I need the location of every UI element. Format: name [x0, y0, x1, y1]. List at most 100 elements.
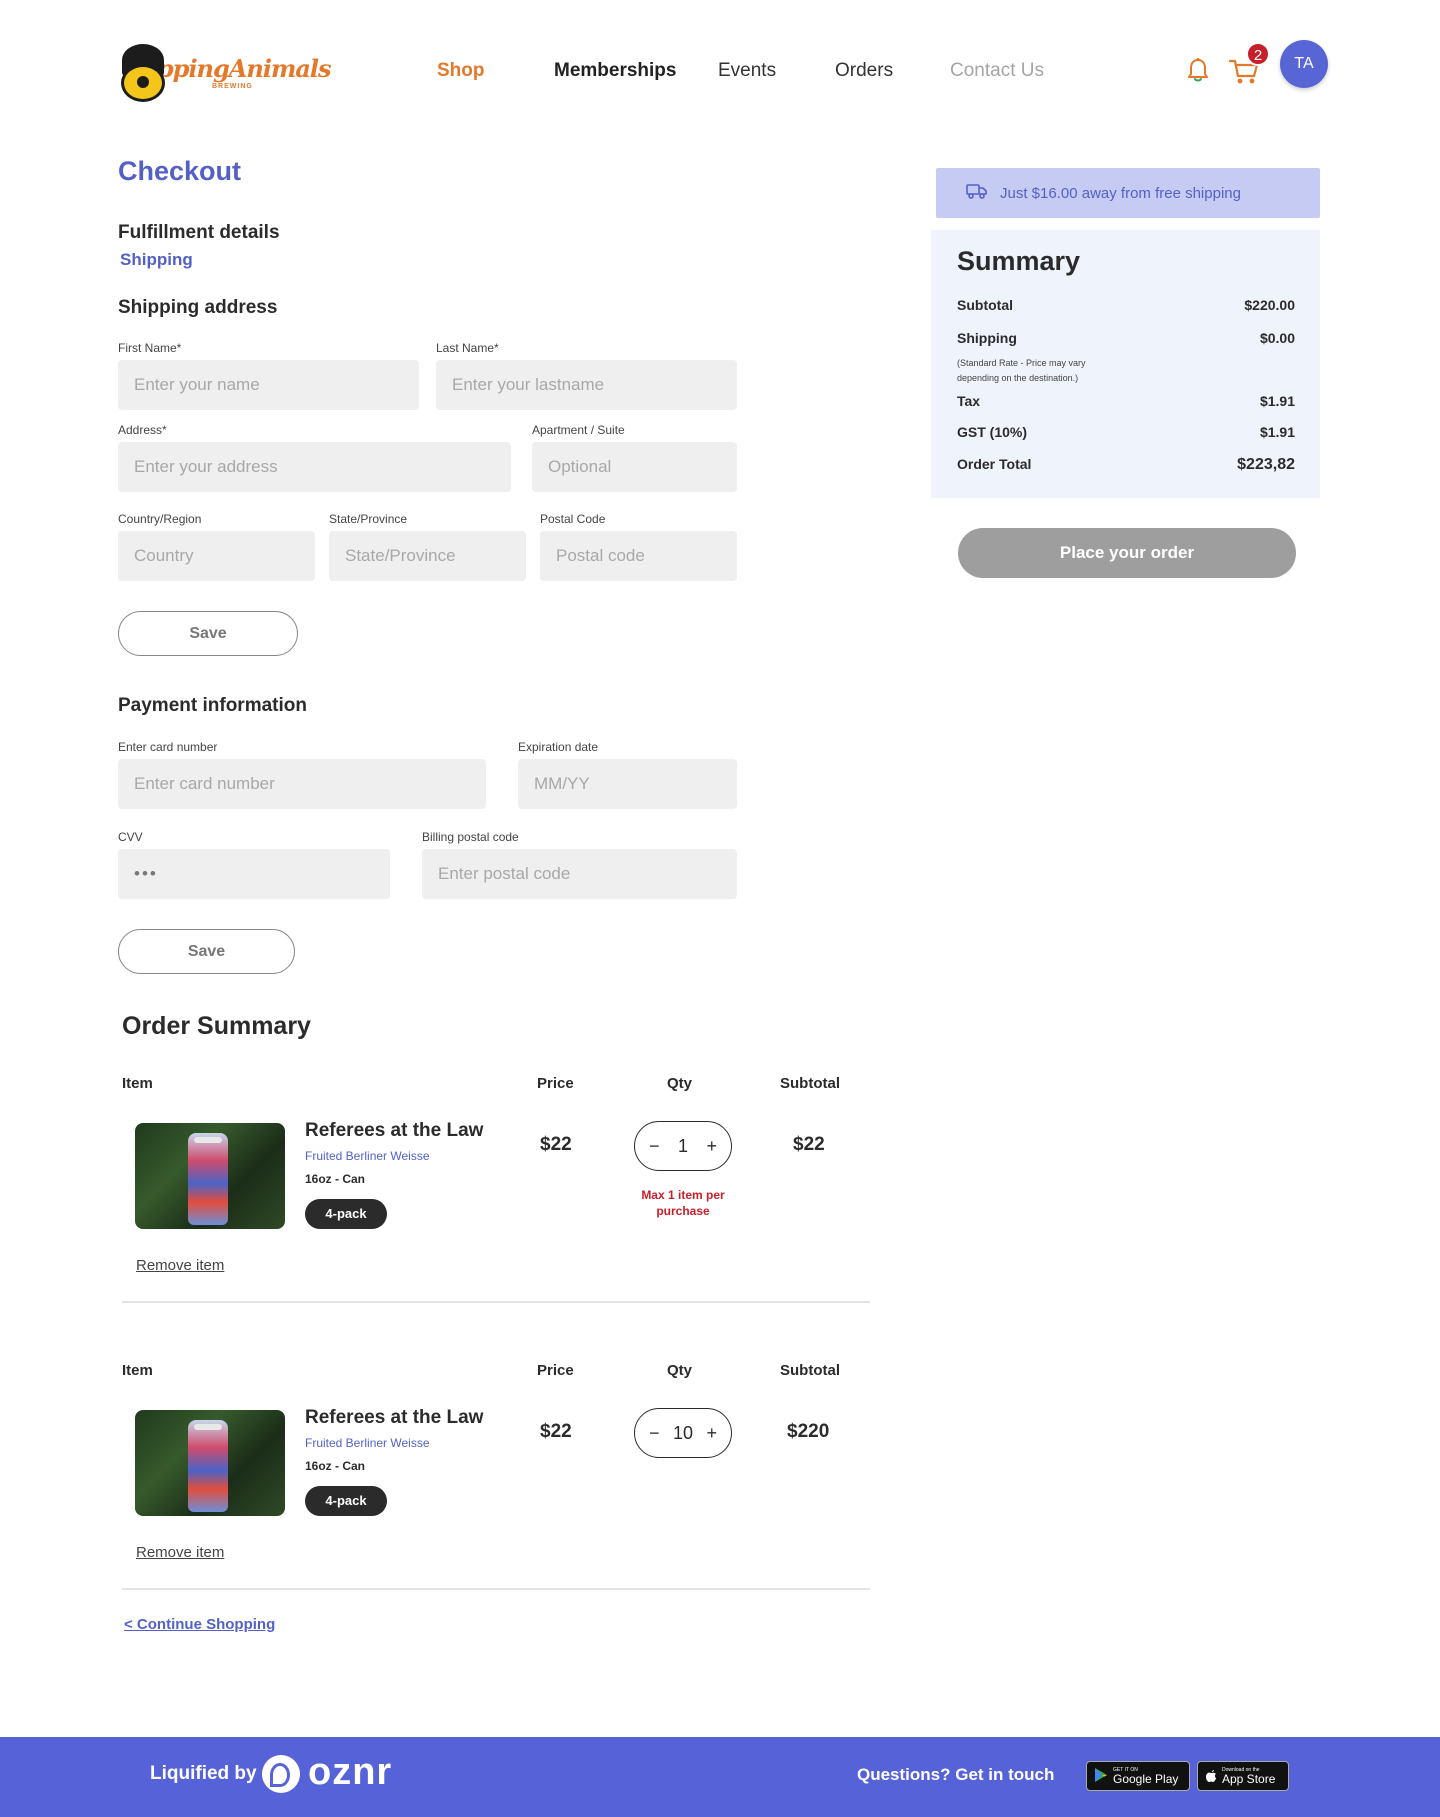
remove-item-link[interactable]: Remove item: [136, 1544, 224, 1561]
nav-contact-us[interactable]: Contact Us: [950, 60, 1044, 82]
column-price: Price: [537, 1075, 574, 1092]
first-name-label: First Name*: [118, 341, 182, 355]
save-address-button[interactable]: Save: [118, 611, 298, 656]
shipping-label: Shipping: [957, 330, 1017, 346]
max-quantity-note: Max 1 item per purchase: [641, 1188, 725, 1218]
state-field[interactable]: [329, 531, 526, 581]
save-payment-button[interactable]: Save: [118, 929, 295, 974]
app-store-label: App Store: [1222, 1771, 1276, 1786]
card-number-field[interactable]: [118, 759, 486, 809]
item-price: $22: [540, 1421, 572, 1442]
item-price: $22: [540, 1134, 572, 1155]
oznr-brand[interactable]: oznr: [308, 1751, 392, 1794]
place-order-button[interactable]: Place your order: [958, 528, 1296, 578]
product-style: Fruited Berliner Weisse: [305, 1149, 430, 1163]
bell-icon[interactable]: [1186, 57, 1210, 83]
google-play-label: Google Play: [1113, 1771, 1179, 1786]
liquified-by-text: Liquified by: [150, 1763, 257, 1784]
free-shipping-text: Just $16.00 away from free shipping: [1000, 184, 1241, 202]
contact-link[interactable]: Questions? Get in touch: [857, 1765, 1054, 1785]
app-store-badge[interactable]: Download on the App Store: [1197, 1761, 1289, 1791]
postal-code-label: Postal Code: [540, 512, 606, 526]
qty-decrement-button[interactable]: −: [649, 1423, 660, 1444]
apartment-field[interactable]: [532, 442, 737, 492]
subtotal-value: $220.00: [1244, 297, 1295, 313]
product-name[interactable]: Referees at the Law: [305, 1120, 483, 1142]
column-qty: Qty: [667, 1075, 693, 1092]
country-field[interactable]: [118, 531, 315, 581]
product-image[interactable]: [135, 1123, 285, 1229]
first-name-field[interactable]: [118, 360, 419, 410]
footer: Liquified by oznr Questions? Get in touc…: [0, 1737, 1440, 1817]
product-style: Fruited Berliner Weisse: [305, 1436, 430, 1450]
row-divider: [122, 1588, 870, 1590]
postal-code-field[interactable]: [540, 531, 737, 581]
main-nav: Shop Memberships Events Orders Contact U…: [0, 60, 1440, 88]
summary-tax-row: Tax $1.91: [957, 393, 1295, 409]
qty-decrement-button[interactable]: −: [649, 1136, 660, 1157]
shipping-value: $0.00: [1259, 330, 1295, 346]
quantity-stepper: − 1 +: [634, 1121, 732, 1171]
product-name[interactable]: Referees at the Law: [305, 1407, 483, 1429]
quantity-stepper: − 10 +: [634, 1408, 732, 1458]
row-divider: [122, 1301, 870, 1303]
free-shipping-banner: Just $16.00 away from free shipping: [936, 168, 1320, 218]
nav-memberships[interactable]: Memberships: [554, 60, 676, 82]
product-image[interactable]: [135, 1410, 285, 1516]
fulfillment-method-link[interactable]: Shipping: [120, 250, 193, 270]
gst-value: $1.91: [1259, 424, 1295, 440]
last-name-field[interactable]: [436, 360, 737, 410]
address-label: Address*: [118, 423, 167, 437]
apartment-label: Apartment / Suite: [532, 423, 625, 437]
nav-orders[interactable]: Orders: [835, 60, 893, 82]
order-total-label: Order Total: [957, 456, 1032, 472]
billing-postal-field[interactable]: [422, 849, 737, 899]
expiration-label: Expiration date: [518, 740, 599, 754]
user-avatar[interactable]: TA: [1280, 40, 1328, 88]
payment-heading: Payment information: [118, 695, 307, 716]
card-number-label: Enter card number: [118, 740, 218, 754]
google-play-badge[interactable]: GET IT ON Google Play: [1086, 1761, 1190, 1791]
order-total-value: $223,82: [1237, 456, 1295, 473]
country-label: Country/Region: [118, 512, 202, 526]
nav-shop[interactable]: Shop: [437, 60, 485, 82]
product-size: 16oz - Can: [305, 1459, 366, 1473]
column-subtotal: Subtotal: [780, 1362, 840, 1379]
remove-item-link[interactable]: Remove item: [136, 1257, 224, 1274]
oznr-logo-icon: [262, 1755, 300, 1793]
cart-count-badge: 2: [1246, 42, 1270, 66]
gst-label: GST (10%): [957, 424, 1028, 440]
qty-value[interactable]: 1: [678, 1136, 688, 1157]
page-title: Checkout: [118, 156, 242, 186]
google-play-icon: [1093, 1767, 1109, 1786]
nav-events[interactable]: Events: [718, 60, 776, 82]
column-qty: Qty: [667, 1362, 693, 1379]
shipping-note: (Standard Rate - Price may vary dependin…: [957, 358, 1086, 383]
qty-increment-button[interactable]: +: [706, 1136, 717, 1157]
qty-increment-button[interactable]: +: [706, 1423, 717, 1444]
tax-label: Tax: [957, 393, 981, 409]
header: TrippingAnimals BREWING Shop Memberships…: [0, 0, 1440, 150]
column-price: Price: [537, 1362, 574, 1379]
apple-icon: [1204, 1767, 1218, 1786]
qty-value[interactable]: 10: [673, 1423, 693, 1444]
continue-shopping-link[interactable]: < Continue Shopping: [124, 1616, 275, 1633]
pack-badge: 4-pack: [305, 1199, 387, 1229]
address-field[interactable]: [118, 442, 511, 492]
column-item: Item: [122, 1362, 153, 1379]
column-item: Item: [122, 1075, 153, 1092]
state-label: State/Province: [329, 512, 408, 526]
expiration-field[interactable]: [518, 759, 737, 809]
tax-value: $1.91: [1259, 393, 1295, 409]
billing-postal-label: Billing postal code: [422, 830, 519, 844]
pack-badge: 4-pack: [305, 1486, 387, 1516]
last-name-label: Last Name*: [436, 341, 499, 355]
truck-icon: [966, 183, 988, 204]
product-size: 16oz - Can: [305, 1172, 366, 1186]
cvv-label: CVV: [118, 830, 143, 844]
summary-total-row: Order Total $223,82: [957, 456, 1295, 474]
summary-title: Summary: [957, 246, 1081, 276]
cvv-field[interactable]: •••: [118, 849, 390, 899]
item-subtotal: $220: [787, 1421, 830, 1442]
summary-subtotal-row: Subtotal $220.00: [957, 297, 1295, 313]
